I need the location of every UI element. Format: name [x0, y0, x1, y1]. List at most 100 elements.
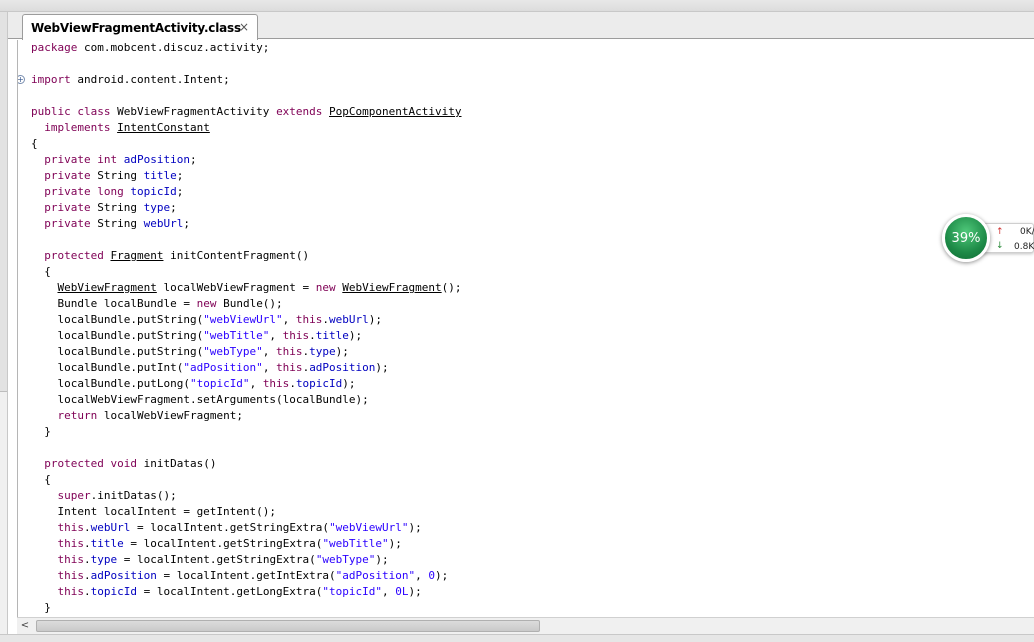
code-line: this.title = localIntent.getStringExtra(… [31, 536, 402, 552]
code-token: "webTitle" [203, 329, 270, 342]
code-token: = localIntent.getStringExtra( [123, 537, 323, 550]
code-token: com.mobcent.discuz.activity; [77, 41, 270, 54]
code-token: super [57, 489, 91, 502]
code-token: this [57, 537, 85, 550]
cpu-usage-circle[interactable]: 39% [942, 214, 990, 262]
code-token: String [90, 217, 144, 230]
download-speed: 0.8K/ [1014, 242, 1034, 252]
code-token: this [57, 585, 85, 598]
editor-tab-bar: WebViewFragmentActivity.class × [8, 12, 1034, 40]
code-line: this.adPosition = localIntent.getIntExtr… [31, 568, 449, 584]
code-token: . [309, 329, 316, 342]
code-token: this [57, 553, 85, 566]
network-monitor-widget[interactable]: ↑ 0K/ ↓ 0.8K/ 39% [942, 214, 1034, 262]
code-token: Bundle localBundle = [31, 297, 197, 310]
code-token: localBundle.putString( [31, 329, 204, 342]
horizontal-scrollbar[interactable]: < [17, 617, 1034, 634]
code-token: ; [183, 217, 190, 230]
code-line: this.topicId = localIntent.getLongExtra(… [31, 584, 422, 600]
code-line: package com.mobcent.discuz.activity; [31, 40, 269, 56]
code-token: topicId [90, 585, 137, 598]
code-token: 0L [395, 585, 409, 598]
code-token: String [90, 169, 144, 182]
code-line: implements IntentConstant [31, 120, 210, 136]
code-token: initDatas() [136, 457, 217, 470]
code-token: localBundle.putLong( [31, 377, 190, 390]
window-bottom-strip [0, 634, 1034, 642]
code-line: super.initDatas(); [31, 488, 177, 504]
code-token: . [84, 585, 91, 598]
arrow-down-icon: ↓ [996, 241, 1004, 251]
usage-percent: 39% [951, 230, 981, 246]
code-token: "webViewUrl" [203, 313, 283, 326]
code-token: (); [441, 281, 462, 294]
code-token: title [143, 169, 177, 182]
tab-webviewfragmentactivity[interactable]: WebViewFragmentActivity.class × [22, 14, 258, 40]
code-line: Intent localIntent = getIntent(); [31, 504, 276, 520]
code-line: } [31, 424, 51, 440]
code-token: title [315, 329, 349, 342]
horizontal-scroll-thumb[interactable] [36, 620, 540, 632]
code-token: topicId [130, 185, 177, 198]
code-token: ); [408, 521, 422, 534]
code-token: Fragment [110, 249, 164, 262]
code-token: this [57, 521, 85, 534]
code-token: ; [176, 185, 184, 198]
code-token: type [90, 553, 118, 566]
code-token: = localIntent.getStringExtra( [130, 521, 330, 534]
code-token: package [31, 41, 78, 54]
code-token: adPosition [309, 361, 376, 374]
code-line: private int adPosition; [31, 152, 196, 168]
code-editor[interactable]: + package com.mobcent.discuz.activity; im… [17, 40, 1034, 617]
code-token: { [31, 137, 38, 150]
code-line: } [31, 600, 51, 616]
code-line: WebViewFragment localWebViewFragment = n… [31, 280, 462, 296]
code-token: IntentConstant [117, 121, 210, 134]
code-token: this [276, 345, 303, 358]
code-token: topicId [295, 377, 343, 390]
window-top-strip [0, 0, 1034, 12]
code-token: "topicId" [322, 585, 383, 598]
code-token: ); [348, 329, 363, 342]
left-scroll-thumb[interactable] [0, 12, 7, 392]
code-token: adPosition [90, 569, 157, 582]
code-token: extends [276, 105, 323, 118]
code-token: { [31, 473, 51, 486]
code-line: { [31, 264, 51, 280]
code-token: ; [170, 201, 177, 214]
code-token: { [31, 265, 51, 278]
code-token: localWebViewFragment = [156, 281, 316, 294]
code-line: localBundle.putString("webViewUrl", this… [31, 312, 382, 328]
scroll-left-icon[interactable]: < [19, 620, 31, 632]
code-token: PopComponentActivity [329, 105, 462, 118]
code-token: this [57, 569, 85, 582]
code-token: ); [368, 313, 383, 326]
code-line: localWebViewFragment.setArguments(localB… [31, 392, 368, 408]
code-line: localBundle.putString("webTitle", this.t… [31, 328, 362, 344]
code-line: localBundle.putInt("adPosition", this.ad… [31, 360, 389, 376]
code-token: initContentFragment() [163, 249, 310, 262]
code-token: this [262, 377, 290, 390]
code-token: ); [375, 361, 389, 374]
code-line: protected void initDatas() [31, 456, 216, 472]
code-token: this [295, 313, 323, 326]
code-token: String [90, 201, 144, 214]
code-line: localBundle.putString("webType", this.ty… [31, 344, 348, 360]
code-token: . [84, 569, 91, 582]
code-line: private String type; [31, 200, 177, 216]
close-icon[interactable]: × [237, 20, 251, 34]
arrow-up-icon: ↑ [996, 227, 1004, 237]
code-token: localWebViewFragment; [97, 409, 243, 422]
code-token: "webViewUrl" [329, 521, 409, 534]
expand-imports-icon[interactable]: + [18, 75, 25, 84]
code-line: this.webUrl = localIntent.getStringExtra… [31, 520, 422, 536]
